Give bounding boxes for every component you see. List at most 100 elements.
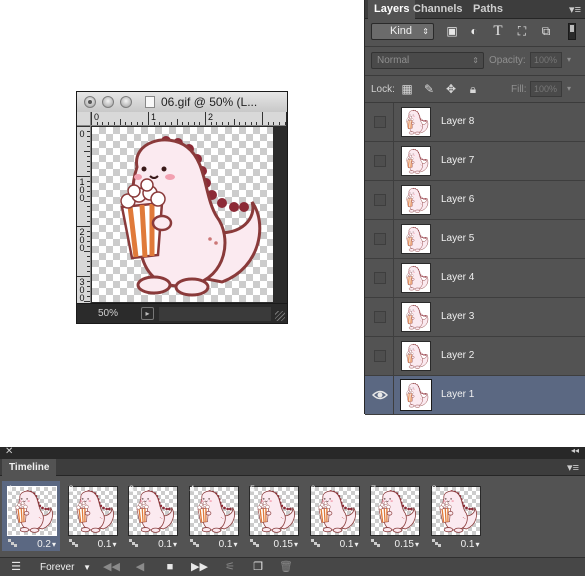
disposal-method-icon[interactable] xyxy=(371,539,381,547)
collapse-panel-icon[interactable]: ◂◂ xyxy=(571,446,579,455)
disposal-method-icon[interactable] xyxy=(129,539,139,547)
layer-thumbnail[interactable] xyxy=(401,341,431,371)
lock-transparent-pixels-icon[interactable]: ▦ xyxy=(400,82,414,96)
horizontal-ruler[interactable]: 0 1 2 xyxy=(91,112,286,126)
status-menu-arrow-icon[interactable]: ▸ xyxy=(141,307,154,320)
layer-row[interactable]: Layer 2 xyxy=(365,337,585,376)
zoom-level[interactable]: 50% xyxy=(98,308,118,319)
visibility-toggle[interactable] xyxy=(374,194,386,206)
visibility-toggle[interactable] xyxy=(374,272,386,284)
opacity-dropdown-icon[interactable]: ▾ xyxy=(564,52,574,68)
next-frame-icon[interactable]: ▶▶ xyxy=(191,558,208,576)
frame-delay-select[interactable]: 0.2 xyxy=(37,539,56,550)
layer-thumbnail[interactable] xyxy=(401,263,431,293)
adjustment-layer-filter-icon[interactable]: ◐ xyxy=(465,23,483,40)
visibility-toggle[interactable] xyxy=(374,155,386,167)
frame-thumbnail[interactable] xyxy=(67,486,118,536)
minimize-window-button[interactable] xyxy=(102,96,114,108)
frame-delay-select[interactable]: 0.1 xyxy=(461,539,480,550)
animation-frame[interactable]: 4 0.1 xyxy=(184,481,242,551)
tab-timeline[interactable]: Timeline xyxy=(2,459,57,476)
animation-frame[interactable]: 5 0.15 xyxy=(244,481,302,551)
layer-thumbnail[interactable] xyxy=(401,185,431,215)
visibility-toggle[interactable] xyxy=(374,311,386,323)
disposal-method-icon[interactable] xyxy=(310,539,321,547)
close-window-button[interactable] xyxy=(84,96,96,108)
lock-position-icon[interactable]: ✥ xyxy=(444,82,458,96)
frame-thumbnail[interactable] xyxy=(309,486,360,536)
document-window[interactable]: 06.gif @ 50% (L... 0 1 2 0 100 200 300 5… xyxy=(76,91,288,324)
close-panel-icon[interactable]: ✕ xyxy=(5,446,13,457)
panel-menu-icon[interactable]: ▾≡ xyxy=(569,3,581,16)
duplicate-frame-icon[interactable]: ❐ xyxy=(251,558,265,576)
animation-frame[interactable]: 1 0.2 xyxy=(2,481,60,551)
frame-thumbnail[interactable] xyxy=(430,486,481,536)
document-title-bar[interactable]: 06.gif @ 50% (L... xyxy=(77,92,287,112)
disposal-method-icon[interactable] xyxy=(189,539,200,547)
layer-thumbnail[interactable] xyxy=(401,302,431,332)
layer-row[interactable]: Layer 4 xyxy=(365,259,585,298)
first-frame-icon[interactable]: ◀◀ xyxy=(103,558,120,576)
delete-frame-icon[interactable]: 🗑︎ xyxy=(279,558,293,576)
layer-thumbnail[interactable] xyxy=(401,146,431,176)
layer-row[interactable]: Layer 7 xyxy=(365,142,585,181)
layer-thumbnail[interactable] xyxy=(401,224,431,254)
animation-frame[interactable]: 3 0.1 xyxy=(123,481,181,551)
disposal-method-icon[interactable] xyxy=(431,539,442,547)
type-layer-filter-icon[interactable]: T xyxy=(489,23,507,40)
animation-frame[interactable]: 7 0.15 xyxy=(365,481,423,551)
tab-paths[interactable]: Paths xyxy=(467,0,509,19)
image-canvas[interactable] xyxy=(92,127,273,302)
fill-input[interactable]: 100% xyxy=(530,81,562,97)
frame-delay-select[interactable]: 0.15 xyxy=(274,539,298,550)
frame-thumbnail[interactable] xyxy=(249,486,299,536)
panel-menu-icon[interactable]: ▾≡ xyxy=(567,461,579,474)
frame-thumbnail[interactable] xyxy=(188,486,239,536)
layer-row[interactable]: Layer 3 xyxy=(365,298,585,337)
fill-dropdown-icon[interactable]: ▾ xyxy=(564,81,574,97)
layer-row[interactable]: Layer 6 xyxy=(365,181,585,220)
smart-object-filter-icon[interactable]: ⧉ xyxy=(537,23,555,40)
zoom-window-button[interactable] xyxy=(120,96,132,108)
visibility-toggle[interactable] xyxy=(374,116,386,128)
tab-channels[interactable]: Channels xyxy=(407,0,469,19)
disposal-method-icon[interactable] xyxy=(250,539,260,547)
vertical-ruler[interactable]: 0 100 200 300 xyxy=(77,126,91,304)
frame-thumbnail[interactable] xyxy=(7,486,57,536)
previous-frame-icon[interactable]: ◀ xyxy=(133,558,147,576)
opacity-input[interactable]: 100% xyxy=(530,52,562,68)
frame-thumbnail[interactable] xyxy=(128,486,178,536)
filter-kind-select[interactable]: Kind ⇕ xyxy=(371,23,434,40)
eye-icon[interactable] xyxy=(372,388,388,402)
frame-delay-select[interactable]: 0.15 xyxy=(395,539,419,550)
filter-toggle-switch[interactable] xyxy=(568,23,576,40)
lock-all-icon[interactable]: 🔒︎ xyxy=(466,82,480,96)
frame-delay-select[interactable]: 0.1 xyxy=(98,539,117,550)
pixel-layer-filter-icon[interactable]: ▣ xyxy=(443,23,461,40)
shape-layer-filter-icon[interactable]: ⛶ xyxy=(513,23,531,40)
animation-frame[interactable]: 8 0.1 xyxy=(426,481,484,551)
loop-options-select[interactable]: Forever ▼ xyxy=(33,560,95,575)
frame-thumbnail[interactable] xyxy=(370,486,420,536)
resize-grip-icon[interactable] xyxy=(275,311,285,321)
animation-frame[interactable]: 6 0.1 xyxy=(305,481,363,551)
animation-frame[interactable]: 2 0.1 xyxy=(63,481,121,551)
frame-delay-select[interactable]: 0.1 xyxy=(219,539,238,550)
layer-row[interactable]: Layer 5 xyxy=(365,220,585,259)
lock-image-pixels-icon[interactable]: ✎ xyxy=(422,82,436,96)
stop-icon[interactable]: ■ xyxy=(163,558,177,576)
layer-thumbnail[interactable] xyxy=(400,379,432,411)
convert-to-video-timeline-icon[interactable]: ☰ xyxy=(8,558,24,576)
tween-icon[interactable]: ⚟ xyxy=(222,558,238,576)
frame-delay-select[interactable]: 0.1 xyxy=(340,539,359,550)
disposal-method-icon[interactable] xyxy=(68,539,79,547)
frame-delay-select[interactable]: 0.1 xyxy=(158,539,177,550)
layer-row[interactable]: Layer 8 xyxy=(365,103,585,142)
ruler-origin[interactable] xyxy=(77,112,91,126)
layer-row[interactable]: Layer 1 xyxy=(365,376,585,415)
layer-thumbnail[interactable] xyxy=(401,107,431,137)
visibility-toggle[interactable] xyxy=(374,350,386,362)
disposal-method-icon[interactable] xyxy=(8,539,18,547)
visibility-toggle[interactable] xyxy=(374,233,386,245)
blend-mode-select[interactable]: Normal ⇕ xyxy=(371,52,484,69)
